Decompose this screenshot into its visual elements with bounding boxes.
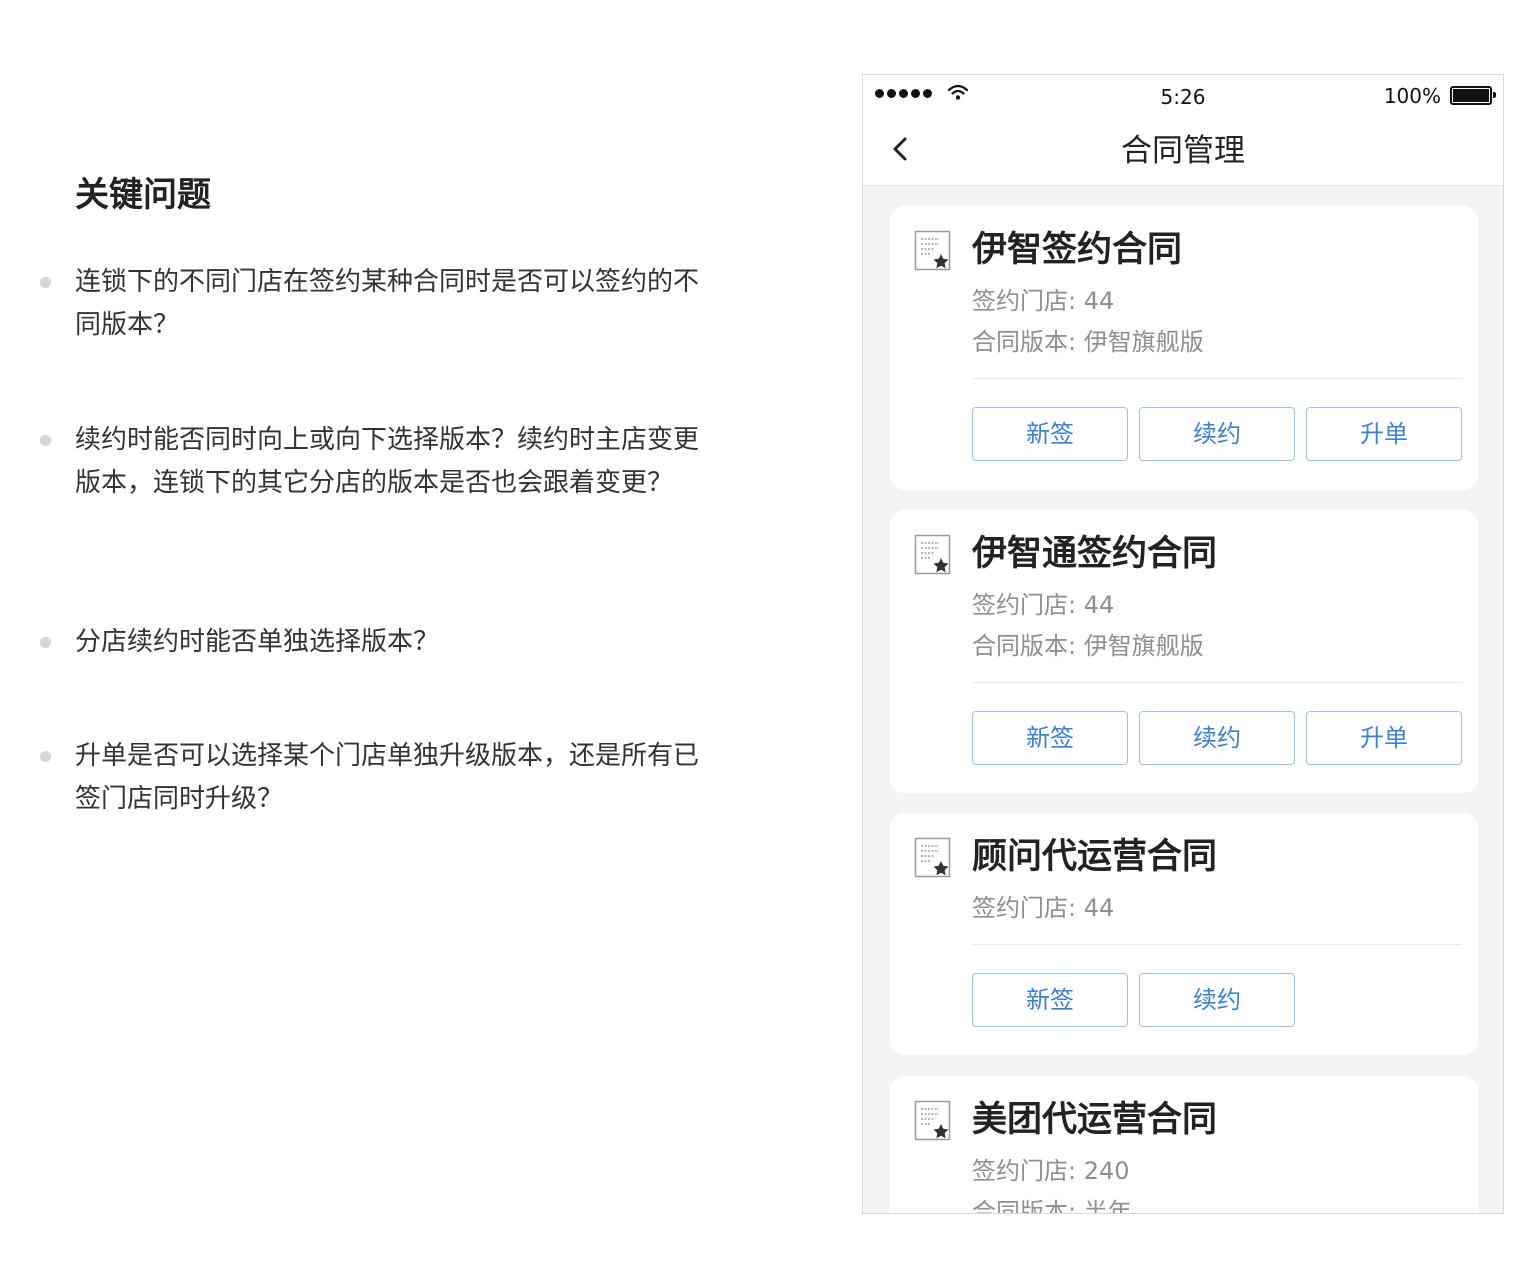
question-text: 分店续约时能否单独选择版本？ [75,627,440,657]
key-questions-panel: 关键问题 连锁下的不同门店在签约某种合同时是否可以签约的不同版本？ 续约时能否同… [0,0,800,1280]
divider [972,378,1462,379]
battery-icon [1450,86,1496,105]
question-item: 分店续约时能否单独选择版本？ [40,621,705,664]
contract-card[interactable]: 伊智签约合同 签约门店: 44 合同版本: 伊智旗舰版 新签 续约 升单 [890,206,1478,490]
contract-title: 伊智签约合同 [972,230,1183,270]
renew-button[interactable]: 续约 [1139,407,1295,461]
signed-stores-label: 签约门店: 44 [972,591,1115,619]
contract-document-star-icon [914,837,951,878]
renew-button[interactable]: 续约 [1139,711,1295,765]
contract-title: 伊智通签约合同 [972,534,1218,574]
contract-version-label: 合同版本: 半年 [972,1198,1132,1214]
contract-version-label: 合同版本: 伊智旗舰版 [972,632,1204,660]
question-item: 升单是否可以选择某个门店单独升级版本，还是所有已签门店同时升级？ [40,735,705,821]
renew-button[interactable]: 续约 [1139,973,1295,1027]
contract-document-star-icon [914,1100,951,1141]
status-bar: 5:26 100% [863,75,1503,119]
question-text: 连锁下的不同门店在签约某种合同时是否可以签约的不同版本？ [75,267,700,340]
contract-card[interactable]: 伊智通签约合同 签约门店: 44 合同版本: 伊智旗舰版 新签 续约 升单 [890,510,1478,793]
question-text: 升单是否可以选择某个门店单独升级版本，还是所有已签门店同时升级？ [75,741,700,814]
question-item: 连锁下的不同门店在签约某种合同时是否可以签约的不同版本？ [40,261,705,347]
upgrade-button[interactable]: 升单 [1306,407,1462,461]
question-item: 续约时能否同时向上或向下选择版本？续约时主店变更版本，连锁下的其它分店的版本是否… [40,419,705,505]
contract-title: 美团代运营合同 [972,1100,1218,1140]
signed-stores-label: 签约门店: 44 [972,894,1115,922]
contract-card[interactable]: 顾问代运营合同 签约门店: 44 新签 续约 [890,813,1478,1055]
battery-percent: 100% [1383,84,1441,108]
contract-document-star-icon [914,230,951,271]
question-text: 续约时能否同时向上或向下选择版本？续约时主店变更版本，连锁下的其它分店的版本是否… [75,425,700,498]
divider [972,682,1462,683]
signed-stores-label: 签约门店: 44 [972,287,1115,315]
contract-document-star-icon [914,534,951,575]
new-sign-button[interactable]: 新签 [972,711,1128,765]
new-sign-button[interactable]: 新签 [972,973,1128,1027]
divider [972,944,1462,945]
bullet-dot-icon [40,751,51,762]
page-title: 合同管理 [1121,133,1245,169]
bullet-dot-icon [40,277,51,288]
phone-screen: 5:26 100% 合同管理 伊智签约合同 签约门店: 44 合同版本: 伊智旗… [862,74,1504,1214]
bullet-dot-icon [40,435,51,446]
notes-title: 关键问题 [75,175,211,215]
signed-stores-label: 签约门店: 240 [972,1157,1130,1185]
new-sign-button[interactable]: 新签 [972,407,1128,461]
bullet-dot-icon [40,637,51,648]
contract-title: 顾问代运营合同 [972,837,1218,877]
upgrade-button[interactable]: 升单 [1306,711,1462,765]
contract-version-label: 合同版本: 伊智旗舰版 [972,328,1204,356]
contract-card[interactable]: 美团代运营合同 签约门店: 240 合同版本: 半年 [890,1076,1478,1214]
nav-bar: 合同管理 [863,119,1503,186]
